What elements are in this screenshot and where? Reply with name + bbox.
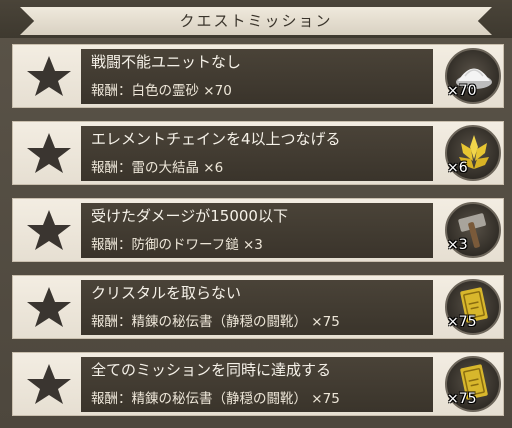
- mission-text-bar: 戦闘不能ユニットなし 報酬：白色の霊砂 ×70: [81, 49, 433, 104]
- mission-row: 戦闘不能ユニットなし 報酬：白色の霊砂 ×70 ×70: [12, 44, 504, 108]
- star-icon: [19, 359, 79, 409]
- star-icon: [19, 51, 79, 101]
- star-icon: [19, 128, 79, 178]
- reward-count: ×70: [447, 83, 477, 99]
- mission-title: 受けたダメージが15000以下: [91, 207, 288, 225]
- mission-reward: 報酬：精錬の秘伝書（静穏の闘靴） ×75: [91, 314, 340, 330]
- page-title: クエストミッション: [179, 12, 333, 30]
- mission-text-bar: 受けたダメージが15000以下 報酬：防御のドワーフ鎚 ×3: [81, 203, 433, 258]
- mission-reward: 報酬：防御のドワーフ鎚 ×3: [91, 237, 263, 253]
- mission-row: 受けたダメージが15000以下 報酬：防御のドワーフ鎚 ×3 ×3: [12, 198, 504, 262]
- mission-reward: 報酬：精錬の秘伝書（静穏の闘靴） ×75: [91, 391, 340, 407]
- mission-title: クリスタルを取らない: [91, 284, 242, 302]
- reward-count: ×3: [447, 237, 468, 253]
- reward-count: ×6: [447, 160, 468, 176]
- mission-text-bar: エレメントチェインを4以上つなげる 報酬：雷の大結晶 ×6: [81, 126, 433, 181]
- mission-reward: 報酬：白色の霊砂 ×70: [91, 83, 232, 99]
- reward-count: ×75: [447, 314, 477, 330]
- mission-row: 全てのミッションを同時に達成する 報酬：精錬の秘伝書（静穏の闘靴） ×75 ×7…: [12, 352, 504, 416]
- reward-count: ×75: [447, 391, 477, 407]
- star-icon: [19, 205, 79, 255]
- mission-row: エレメントチェインを4以上つなげる 報酬：雷の大結晶 ×6 ×6: [12, 121, 504, 185]
- mission-row: クリスタルを取らない 報酬：精錬の秘伝書（静穏の闘靴） ×75 ×75: [12, 275, 504, 339]
- mission-title: 戦闘不能ユニットなし: [91, 53, 242, 71]
- mission-reward: 報酬：雷の大結晶 ×6: [91, 160, 224, 176]
- mission-title: 全てのミッションを同時に達成する: [91, 361, 332, 379]
- mission-title: エレメントチェインを4以上つなげる: [91, 130, 341, 148]
- mission-text-bar: 全てのミッションを同時に達成する 報酬：精錬の秘伝書（静穏の闘靴） ×75: [81, 357, 433, 412]
- star-icon: [19, 282, 79, 332]
- mission-text-bar: クリスタルを取らない 報酬：精錬の秘伝書（静穏の闘靴） ×75: [81, 280, 433, 335]
